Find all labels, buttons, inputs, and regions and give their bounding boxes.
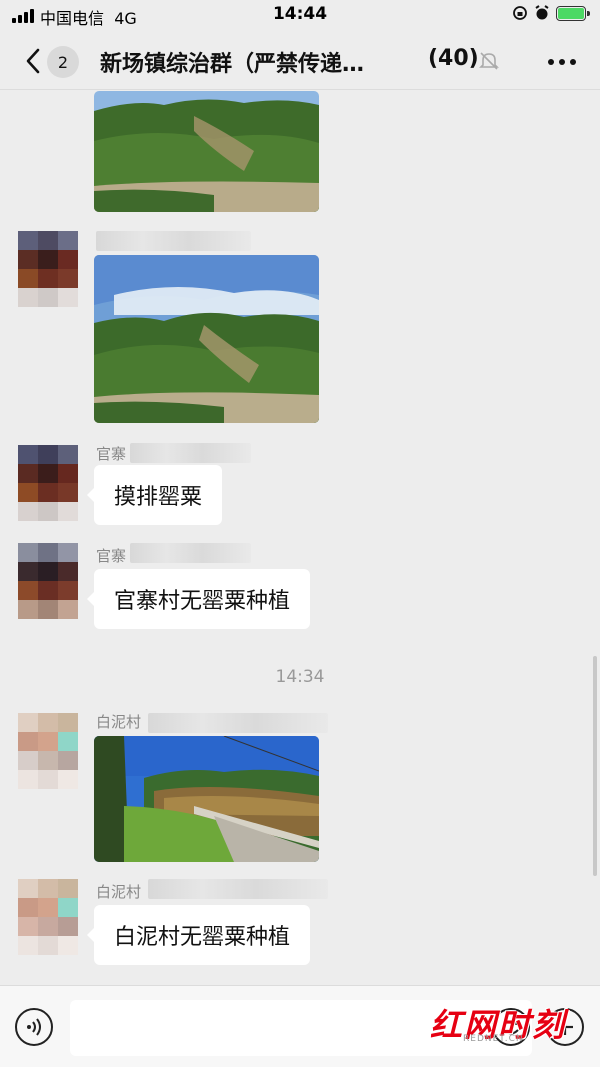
mute-bell-icon: [479, 52, 499, 70]
scrollbar[interactable]: [593, 656, 597, 876]
avatar[interactable]: [18, 879, 78, 955]
unread-badge[interactable]: 2: [47, 46, 79, 78]
message-bubble[interactable]: 官寨村无罂粟种植: [86, 569, 311, 629]
message-bubble[interactable]: 摸排罂粟: [86, 465, 223, 525]
chat-header: 2 新场镇综治群（严禁传递… (40): [0, 32, 600, 90]
message-image[interactable]: [94, 255, 319, 423]
message-list[interactable]: 官寨 摸排罂粟 官寨 官寨村无罂粟种植 14:34 白泥村 白泥村 白泥村无罂粟…: [0, 91, 600, 986]
sender-name: 官寨: [96, 547, 127, 565]
blurred-sender: [148, 713, 328, 733]
member-count: (40): [428, 46, 479, 71]
avatar[interactable]: [18, 231, 78, 307]
voice-icon: [27, 1018, 41, 1036]
back-arrow-icon: [26, 48, 40, 74]
blurred-sender: [96, 231, 251, 251]
message-bubble[interactable]: 白泥村无罂粟种植: [86, 905, 311, 965]
message-image[interactable]: [94, 91, 319, 212]
status-bar: 中国电信 4G 14:44: [0, 0, 600, 32]
message-image[interactable]: [94, 736, 319, 862]
sender-name: 官寨: [96, 445, 127, 463]
battery-icon: [556, 5, 590, 21]
avatar[interactable]: [18, 543, 78, 619]
clock: 14:44: [272, 4, 328, 24]
watermark-url: REDNET.CN: [463, 1034, 524, 1044]
blurred-sender: [148, 879, 328, 899]
lock-rotation-icon: [513, 6, 527, 20]
more-icon: [548, 59, 554, 65]
blurred-sender: [130, 443, 251, 463]
alarm-icon: [535, 5, 549, 20]
sender-name: 白泥村: [96, 883, 142, 901]
timestamp: 14:34: [275, 667, 325, 687]
back-button[interactable]: [18, 44, 48, 78]
chat-title: 新场镇综治群（严禁传递…: [100, 52, 365, 77]
sender-name: 白泥村: [96, 713, 142, 731]
avatar[interactable]: [18, 445, 78, 521]
voice-button[interactable]: [15, 1008, 53, 1046]
blurred-sender: [130, 543, 251, 563]
more-button[interactable]: [548, 59, 576, 65]
status-icons: [512, 5, 590, 21]
avatar[interactable]: [18, 713, 78, 789]
